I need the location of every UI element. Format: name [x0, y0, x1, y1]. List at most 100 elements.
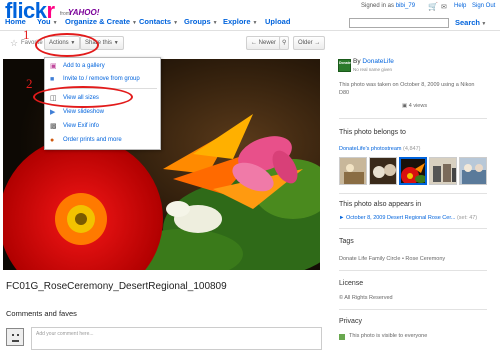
nav-home-label: Home — [5, 17, 26, 26]
avatar-eye — [17, 334, 19, 336]
belongs-heading: This photo belongs to — [339, 129, 406, 136]
search-button[interactable]: Search ▼ — [455, 18, 486, 27]
arrow-right-icon: ► — [339, 215, 345, 221]
signed-in-status: Signed in as bibi_79 — [361, 3, 415, 9]
prints-icon: ● — [50, 137, 55, 144]
older-button[interactable]: Older → — [293, 36, 326, 50]
sidebar-divider — [339, 118, 487, 119]
privacy-public-icon — [339, 334, 345, 340]
photo-taken-info: This photo was taken on October 8, 2009 … — [339, 82, 475, 96]
gallery-icon: ▣ — [50, 63, 57, 70]
nav-upload[interactable]: Upload — [265, 17, 290, 26]
photostream-link[interactable]: DonateLife's photostream (4,847) — [339, 146, 420, 152]
thumbnail-image — [430, 158, 456, 184]
owner-real-name: No real name given — [353, 67, 393, 72]
privacy-heading: Privacy — [339, 318, 362, 325]
privacy-text: This photo is visible to everyone — [349, 333, 428, 339]
chevron-down-icon[interactable]: ▼ — [253, 20, 258, 26]
set-label: October 8, 2009 Desert Regional Rose Cer… — [345, 215, 456, 221]
owner-name-link[interactable]: DonateLife — [362, 58, 393, 65]
sidebar-divider — [339, 193, 487, 194]
menu-item-slideshow[interactable]: ▶ View slideshow — [45, 106, 160, 119]
nav-contacts[interactable]: Contacts ▼ — [139, 17, 178, 26]
search-input[interactable] — [349, 18, 449, 28]
header-divider — [0, 30, 500, 31]
owner-by-label: By — [353, 58, 361, 65]
thumbnail-image — [370, 158, 396, 184]
photostream-thumbnail[interactable] — [459, 157, 487, 185]
menu-item-group[interactable]: ■ Invite to / remove from group — [45, 73, 160, 86]
nav-home[interactable]: Home — [5, 17, 26, 26]
license-label: All Rights Reserved — [344, 295, 393, 301]
group-icon: ■ — [50, 76, 55, 83]
nav-you[interactable]: You ▼ — [37, 17, 58, 26]
nav-explore[interactable]: Explore ▼ — [223, 17, 257, 26]
chevron-down-icon[interactable]: ▼ — [132, 20, 137, 26]
newer-label: Newer — [258, 40, 277, 46]
thumbnail-image — [401, 159, 425, 183]
nav-organize[interactable]: Organize & Create ▼ — [65, 17, 137, 26]
chevron-down-icon[interactable]: ▼ — [53, 20, 58, 26]
sidebar-divider — [339, 270, 487, 271]
chevron-down-icon[interactable]: ▼ — [480, 21, 486, 27]
views-icon: ▣ — [402, 103, 408, 109]
older-label: Older — [298, 40, 313, 46]
view-count: ▣ 4 views — [402, 103, 427, 109]
magnifier-icon: ⚲ — [282, 40, 287, 46]
license-heading: License — [339, 280, 364, 287]
chevron-down-icon: ▼ — [113, 40, 119, 46]
zoom-button[interactable]: ⚲ — [279, 36, 290, 50]
photostream-thumbnail[interactable] — [339, 157, 367, 185]
menu-item-add-gallery[interactable]: ▣ Add to a gallery — [45, 60, 160, 73]
nav-explore-label: Explore — [223, 17, 251, 26]
chevron-down-icon[interactable]: ▼ — [213, 20, 218, 26]
photostream-thumbnail[interactable] — [429, 157, 457, 185]
view-count-label: 4 views — [408, 103, 428, 109]
comment-input[interactable]: Add your comment here... — [31, 327, 322, 350]
cart-icon[interactable]: 🛒 — [428, 2, 438, 11]
tags-list[interactable]: Donate Life Family Circle • Rose Ceremon… — [339, 256, 445, 262]
photostream-thumbnail[interactable] — [369, 157, 397, 185]
menu-item-group-label: Invite to / remove from group — [63, 76, 140, 82]
search-label: Search — [455, 18, 481, 27]
avatar — [6, 328, 24, 346]
sidebar-divider — [339, 228, 487, 229]
photostream-label: DonateLife's photostream — [339, 146, 402, 152]
owner-byline: By DonateLife — [353, 58, 394, 65]
photostream-thumbnail-current[interactable] — [399, 157, 427, 185]
menu-item-exif[interactable]: ▩ View Exif info — [45, 120, 160, 133]
menu-item-prints-label: Order prints and more — [63, 137, 122, 143]
newer-button[interactable]: ← Newer — [246, 36, 282, 50]
annotation-step-1: 1 — [23, 27, 30, 42]
nav-upload-label: Upload — [265, 17, 291, 26]
exif-icon: ▩ — [50, 123, 57, 130]
avatar-eye — [12, 334, 14, 336]
license-text[interactable]: © All Rights Reserved — [339, 295, 393, 301]
comments-heading: Comments and faves — [6, 309, 77, 318]
menu-item-prints[interactable]: ● Order prints and more — [45, 134, 160, 147]
annotation-circle-actions — [35, 33, 99, 57]
tags-heading: Tags — [339, 238, 354, 245]
yahoo-logo: YAHOO! — [68, 8, 100, 17]
chevron-down-icon[interactable]: ▼ — [173, 20, 178, 26]
set-count: (set: 47) — [456, 215, 478, 221]
nav-contacts-label: Contacts — [139, 17, 172, 26]
star-icon[interactable]: ☆ — [10, 38, 18, 49]
appears-heading: This photo also appears in — [339, 201, 422, 208]
help-link[interactable]: Help — [454, 3, 466, 9]
menu-item-add-gallery-label: Add to a gallery — [63, 63, 105, 69]
header: flickr from YAHOO! Signed in as bibi_79 … — [0, 0, 500, 31]
sidebar-divider — [339, 309, 487, 310]
sign-out-link[interactable]: Sign Out — [472, 3, 495, 9]
thumbnail-image — [340, 158, 366, 184]
nav-groups[interactable]: Groups ▼ — [184, 17, 218, 26]
username-link[interactable]: bibi_79 — [396, 3, 415, 9]
signed-in-prefix: Signed in as — [361, 3, 395, 9]
set-link[interactable]: ► October 8, 2009 Desert Regional Rose C… — [339, 215, 477, 221]
photostream-count: (4,847) — [403, 146, 421, 152]
owner-buddy-icon[interactable]: Donate LIFE — [338, 59, 359, 72]
nav-groups-label: Groups — [184, 17, 211, 26]
slideshow-icon: ▶ — [50, 109, 56, 116]
menu-item-slideshow-label: View slideshow — [63, 109, 104, 115]
mail-icon[interactable]: ✉ — [441, 3, 447, 11]
